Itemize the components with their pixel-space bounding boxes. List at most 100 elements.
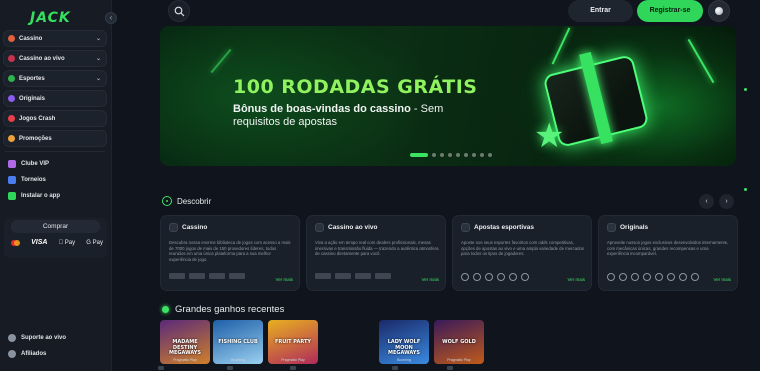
- see-more-link[interactable]: Ver mais: [275, 277, 293, 282]
- carousel-dot[interactable]: [410, 153, 428, 157]
- carousel-dot[interactable]: [448, 153, 452, 157]
- sidebar-item-jogos-crash[interactable]: Jogos Crash: [3, 110, 107, 127]
- search-button[interactable]: [168, 0, 190, 22]
- see-more-link[interactable]: Ver mais: [421, 277, 439, 282]
- gift-icon: [8, 135, 15, 142]
- sport-icons: [461, 273, 529, 281]
- carousel-dot[interactable]: [464, 153, 468, 157]
- next-button[interactable]: ›: [719, 194, 734, 209]
- originals-icon: [8, 95, 15, 102]
- carousel-dot[interactable]: [456, 153, 460, 157]
- card-apostas-esportivas[interactable]: Apostas esportivas Aposte nos seus espor…: [452, 215, 592, 291]
- game-provider: Booming: [231, 358, 245, 362]
- game-icon: [655, 273, 663, 281]
- sidebar-item-esportes[interactable]: Esportes ⌄: [3, 70, 107, 87]
- sidebar-item-label: Clube VIP: [21, 161, 50, 167]
- game-icon: [667, 273, 675, 281]
- provider-logo: [169, 273, 185, 279]
- game-tile[interactable]: LADY WOLF MOON MEGAWAYS Booming: [379, 320, 429, 364]
- provider-logo: [209, 273, 225, 279]
- sports-icon: [461, 223, 470, 232]
- sidebar-item-originais[interactable]: Originais: [3, 90, 107, 107]
- provider-logo: [315, 273, 331, 279]
- card-cassino-ao-vivo[interactable]: Cassino ao vivo Viva a ação em tempo rea…: [306, 215, 446, 291]
- logo[interactable]: JACK: [30, 10, 71, 26]
- game-name: LADY WOLF MOON MEGAWAYS: [387, 339, 421, 356]
- divider: [5, 151, 105, 152]
- sidebar-item-torneios[interactable]: Torneios: [3, 172, 107, 188]
- card-title: Cassino: [182, 224, 208, 231]
- sport-icon: [497, 273, 505, 281]
- provider-logo: [335, 273, 351, 279]
- game-icon: [607, 273, 615, 281]
- sidebar-item-suporte[interactable]: Suporte ao vivo: [3, 330, 107, 346]
- indicator-dot: [744, 88, 747, 91]
- sidebar-item-label: Jogos Crash: [19, 115, 56, 122]
- carousel-dot[interactable]: [472, 153, 476, 157]
- game-provider: Pragmatic Play: [173, 358, 197, 362]
- lightning-decoration: [210, 48, 232, 74]
- sidebar-item-instalar-app[interactable]: Instalar o app: [3, 188, 107, 204]
- payment-methods: VISA  Pay G Pay: [11, 239, 103, 246]
- carousel-dot[interactable]: [432, 153, 436, 157]
- carousel-dot[interactable]: [440, 153, 444, 157]
- sidebar-item-label: Cassino ao vivo: [19, 55, 65, 62]
- register-button[interactable]: Registrar-se: [637, 0, 703, 22]
- discover-title: Descobrir: [177, 196, 212, 206]
- provider-logo: [375, 273, 391, 279]
- sidebar-item-promocoes[interactable]: Promoções: [3, 130, 107, 147]
- mastercard-icon: [11, 239, 20, 246]
- game-name: FRUIT PARTY: [274, 339, 312, 345]
- lightning-decoration: [551, 27, 571, 65]
- buy-button[interactable]: Comprar: [11, 220, 100, 233]
- game-tile[interactable]: WOLF GOLD Pragmatic Play: [434, 320, 484, 364]
- provider-logos: [315, 273, 391, 279]
- sidebar-item-cassino-ao-vivo[interactable]: Cassino ao vivo ⌄: [3, 50, 107, 67]
- game-tile[interactable]: FISHING CLUB Booming: [213, 320, 263, 364]
- carousel-dot[interactable]: [488, 153, 492, 157]
- game-icon: [643, 273, 651, 281]
- sport-icon: [509, 273, 517, 281]
- crash-icon: [8, 115, 15, 122]
- game-tile[interactable]: FRUIT PARTY Pragmatic Play: [268, 320, 318, 364]
- sidebar-item-label: Torneios: [21, 177, 46, 183]
- avatar[interactable]: [708, 0, 730, 22]
- headset-icon: [8, 334, 16, 342]
- card-title: Apostas esportivas: [474, 224, 534, 231]
- apple-pay-logo:  Pay: [59, 240, 76, 246]
- card-title: Cassino ao vivo: [328, 224, 378, 231]
- sidebar-item-label: Cassino: [19, 35, 43, 42]
- see-more-link[interactable]: Ver mais: [567, 277, 585, 282]
- live-dot-icon: [162, 306, 169, 313]
- indicator-dot: [744, 188, 747, 191]
- carousel-dot[interactable]: [480, 153, 484, 157]
- promo-banner[interactable]: ★ 100 RODADAS GRÁTIS Bônus de boas-vinda…: [160, 26, 736, 166]
- card-description: Aproveite nossos jogos exclusivos desenv…: [607, 240, 729, 257]
- provider-logo: [229, 273, 245, 279]
- visa-logo: VISA: [31, 239, 48, 246]
- sidebar-item-clube-vip[interactable]: Clube VIP: [3, 156, 107, 172]
- game-icon: [691, 273, 699, 281]
- banner-title: 100 RODADAS GRÁTIS: [233, 76, 478, 98]
- see-more-link[interactable]: Ver mais: [713, 277, 731, 282]
- sidebar-item-afiliados[interactable]: Afiliados: [3, 346, 107, 362]
- sidebar-item-label: Originais: [19, 95, 46, 102]
- card-originals[interactable]: Originals Aproveite nossos jogos exclusi…: [598, 215, 738, 291]
- live-casino-icon: [8, 55, 15, 62]
- sport-icon: [461, 273, 469, 281]
- collapse-sidebar-button[interactable]: ‹: [105, 12, 117, 24]
- sidebar: JACK Cassino ⌄ Cassino ao vivo ⌄ Esporte…: [0, 0, 112, 371]
- card-cassino[interactable]: Cassino Descubra nossa enorme biblioteca…: [160, 215, 300, 291]
- card-description: Viva a ação em tempo real com dealers pr…: [315, 240, 439, 257]
- login-button[interactable]: Entrar: [568, 0, 633, 22]
- game-tile[interactable]: MADAME DESTINY MEGAWAYS Pragmatic Play: [160, 320, 210, 364]
- card-description: Aposte nos seus esportes favoritos com o…: [461, 240, 585, 257]
- buy-crypto-panel: Comprar VISA  Pay G Pay: [4, 218, 107, 258]
- card-title: Originals: [620, 224, 649, 231]
- provider-logo: [189, 273, 205, 279]
- crypto-icon: [447, 366, 453, 370]
- chevron-down-icon: ⌄: [95, 36, 101, 42]
- prev-button[interactable]: ‹: [699, 194, 714, 209]
- sidebar-item-cassino[interactable]: Cassino ⌄: [3, 30, 107, 47]
- search-icon: [174, 6, 185, 17]
